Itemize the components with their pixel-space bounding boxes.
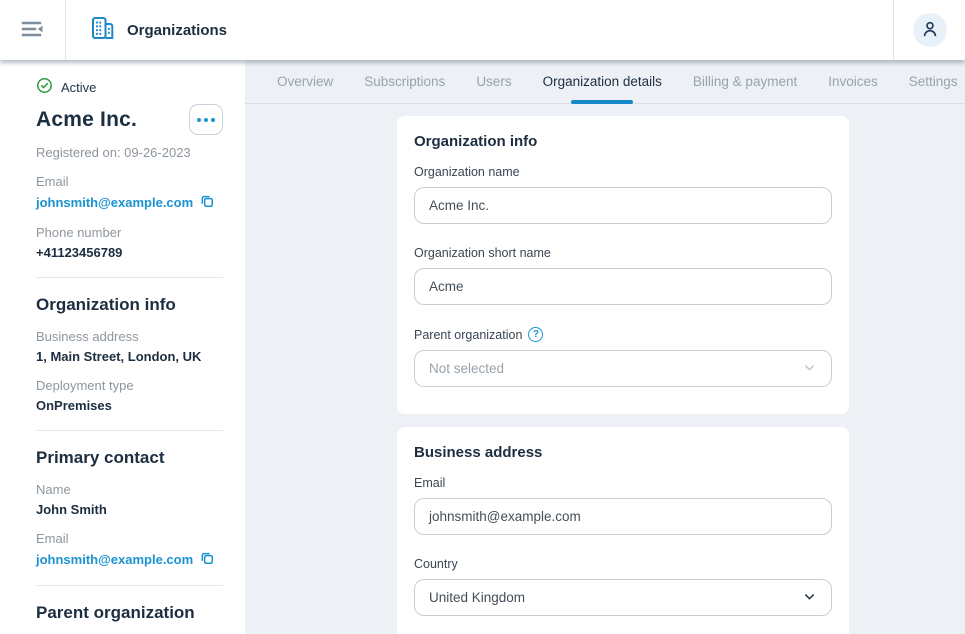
sidebar-section-title-parent-organization: Parent organization: [36, 603, 223, 623]
email-value: johnsmith@example.com: [36, 552, 193, 567]
input-value: Acme Inc.: [429, 198, 489, 213]
sidebar-field-label: Email: [36, 531, 223, 546]
field-country: Country United Kingdom: [414, 557, 832, 616]
select-value: United Kingdom: [429, 590, 525, 605]
question-circle-icon[interactable]: ?: [528, 327, 543, 342]
tab-organization-details[interactable]: Organization details: [543, 60, 662, 103]
tab-users[interactable]: Users: [476, 60, 511, 103]
card-title: Business address: [414, 444, 832, 461]
menu-collapse-icon: [19, 18, 46, 43]
sidebar-section-title-organization-info: Organization info: [36, 295, 223, 315]
sidebar-field-label: Business address: [36, 329, 223, 344]
tab-overview[interactable]: Overview: [277, 60, 333, 103]
input-value: Acme: [429, 279, 464, 294]
sidebar-section-title-primary-contact: Primary contact: [36, 448, 223, 468]
top-bar: Organizations: [0, 0, 965, 60]
input-email[interactable]: johnsmith@example.com: [414, 498, 832, 535]
sidebar-field-value: 1, Main Street, London, UK: [36, 349, 223, 364]
more-actions-button[interactable]: [189, 104, 223, 135]
field-label-text: Organization name: [414, 165, 520, 179]
field-label-text: Country: [414, 557, 458, 571]
chevron-down-icon: [802, 589, 817, 607]
field-label: Organization short name: [414, 246, 832, 260]
field-label: Country: [414, 557, 832, 571]
field-label: Organization name: [414, 165, 832, 179]
tab-bar: Overview Subscriptions Users Organization d…: [245, 60, 965, 104]
field-label-text: Organization short name: [414, 246, 551, 260]
field-label: Email: [414, 476, 832, 490]
input-value: johnsmith@example.com: [429, 509, 581, 524]
main-content: Overview Subscriptions Users Organization d…: [245, 60, 965, 634]
status-badge: Active: [36, 77, 223, 97]
tab-settings[interactable]: Settings: [909, 60, 958, 103]
phone-label: Phone number: [36, 225, 223, 240]
avatar: [913, 13, 947, 47]
email-link[interactable]: johnsmith@example.com: [36, 551, 223, 568]
field-label: Parent organization?: [414, 327, 832, 342]
field-parent-organization: Parent organization? Not selected: [414, 327, 832, 387]
email-value: johnsmith@example.com: [36, 195, 193, 210]
user-avatar-button[interactable]: [894, 0, 965, 60]
copy-icon[interactable]: [200, 194, 214, 211]
person-icon: [920, 19, 940, 42]
sidebar-field-label: Name: [36, 482, 223, 497]
tab-invoices[interactable]: Invoices: [828, 60, 878, 103]
sidebar-section-divider: [36, 585, 223, 586]
field-organization-short-name: Organization short name Acme: [414, 246, 832, 305]
sidebar-section-divider: [36, 277, 223, 278]
email-label: Email: [36, 174, 223, 189]
organization-name-title: Acme Inc.: [36, 108, 137, 132]
sidebar: Active Acme Inc. Registered on: 09-26-20…: [0, 60, 245, 634]
tab-subscriptions[interactable]: Subscriptions: [364, 60, 445, 103]
organizations-buildings-icon: [91, 16, 116, 45]
card-title: Organization info: [414, 133, 832, 150]
card-organization-info: Organization info Organization name Acme I…: [397, 116, 849, 414]
card-business-address: Business address Email johnsmith@example.c…: [397, 427, 849, 634]
sidebar-section-divider: [36, 430, 223, 431]
cards-column: Organization info Organization name Acme I…: [397, 116, 849, 634]
select-value: Not selected: [429, 361, 504, 376]
sidebar-toggle-button[interactable]: [0, 0, 65, 60]
page-title: Organizations: [127, 22, 227, 39]
sidebar-field-value: OnPremises: [36, 398, 223, 413]
check-circle-icon: [36, 77, 53, 97]
select-parent-organization[interactable]: Not selected: [414, 350, 832, 387]
status-label: Active: [61, 80, 96, 95]
tab-billing-payment[interactable]: Billing & payment: [693, 60, 797, 103]
email-link[interactable]: johnsmith@example.com: [36, 194, 223, 211]
field-organization-name: Organization name Acme Inc.: [414, 165, 832, 224]
copy-icon[interactable]: [200, 551, 214, 568]
field-email: Email johnsmith@example.com: [414, 476, 832, 535]
input-organization-short-name[interactable]: Acme: [414, 268, 832, 305]
select-country[interactable]: United Kingdom: [414, 579, 832, 616]
ellipsis-icon: [197, 118, 215, 122]
field-label-text: Parent organization: [414, 328, 522, 342]
sidebar-field-label: Deployment type: [36, 378, 223, 393]
field-label-text: Email: [414, 476, 445, 490]
registered-on-text: Registered on: 09-26-2023: [36, 145, 223, 160]
chevron-down-icon: [802, 360, 817, 378]
sidebar-field-value: John Smith: [36, 502, 223, 517]
phone-value: +41123456789: [36, 245, 223, 260]
input-organization-name[interactable]: Acme Inc.: [414, 187, 832, 224]
